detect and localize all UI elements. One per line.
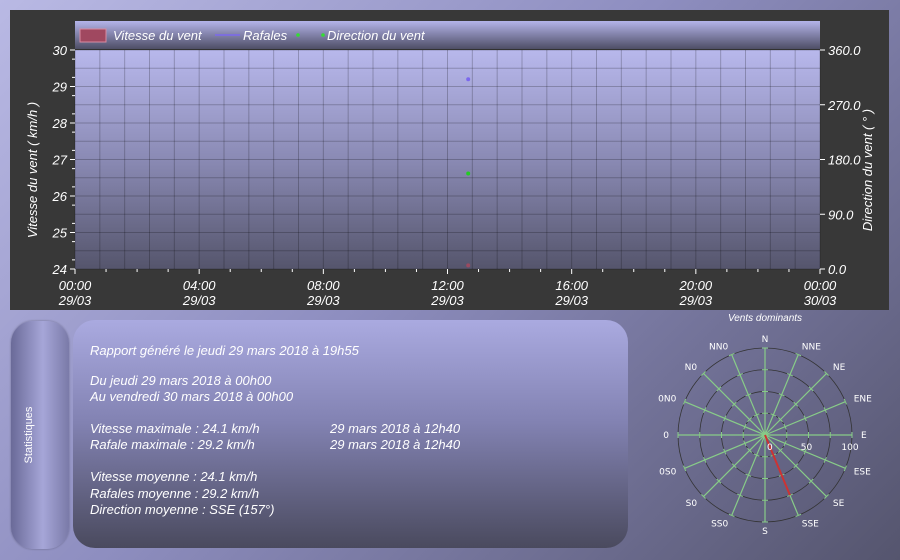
rose-direction-label: 0 <box>663 431 669 441</box>
wind-rose-title: Vents dominants <box>728 313 802 324</box>
rose-direction-label: ENE <box>854 394 872 404</box>
y-right-tick-label: 180.0 <box>828 153 861 168</box>
rose-direction-label: ESE <box>854 468 871 478</box>
y-left-tick-label: 24 <box>52 262 67 277</box>
rose-direction-label: S <box>762 527 768 537</box>
rose-direction-label: N <box>762 335 769 345</box>
max-speed: Vitesse maximale : 24.1 km/h <box>90 421 260 436</box>
rose-radial-label: 50 <box>801 443 813 453</box>
x-tick-date: 29/03 <box>58 293 92 308</box>
y-left-tick-label: 25 <box>52 226 68 241</box>
y-left-tick-label: 27 <box>52 153 68 168</box>
max-gust-time: 29 mars 2018 à 12h40 <box>330 437 461 452</box>
y-right-tick-label: 0.0 <box>828 262 847 277</box>
x-tick-time: 04:00 <box>183 278 216 293</box>
avg-direction: Direction moyenne : SSE (157°) <box>90 502 275 517</box>
y-right-tick-label: 90.0 <box>828 207 854 222</box>
rose-direction-label: 0S0 <box>659 468 676 478</box>
data-point <box>466 263 471 268</box>
legend-dot-direction-b <box>321 33 325 37</box>
wind-chart: Vitesse du vent Rafales Direction du ven… <box>25 21 875 308</box>
max-gust: Rafale maximale : 29.2 km/h <box>90 437 255 452</box>
legend-label-gusts: Rafales <box>243 28 288 43</box>
wind-chart-panel: Vitesse du vent Rafales Direction du ven… <box>10 10 889 310</box>
avg-gust: Rafales moyenne : 29.2 km/h <box>90 486 260 501</box>
x-tick-time: 16:00 <box>555 278 588 293</box>
data-point <box>466 171 471 176</box>
rose-direction-label: N0 <box>685 363 698 373</box>
rose-direction-label: 0N0 <box>658 394 676 404</box>
rose-radial-label: 100 <box>841 443 858 453</box>
x-tick-date: 29/03 <box>182 293 216 308</box>
rose-direction-label: SS0 <box>711 520 728 530</box>
x-tick-time: 08:00 <box>307 278 340 293</box>
period-to: Au vendredi 30 mars 2018 à 00h00 <box>90 389 294 404</box>
x-tick-date: 29/03 <box>306 293 340 308</box>
max-speed-time: 29 mars 2018 à 12h40 <box>330 421 461 436</box>
legend-swatch-speed <box>79 28 107 43</box>
rose-direction-label: NN0 <box>709 342 728 352</box>
rose-direction-label: NE <box>833 363 846 373</box>
x-tick-time: 00:00 <box>59 278 92 293</box>
report-generated: Rapport généré le jeudi 29 mars 2018 à 1… <box>90 343 359 358</box>
rose-radial-label: 0 <box>767 443 773 453</box>
y-right-tick-label: 270.0 <box>827 98 861 113</box>
y-axis-left-title: Vitesse du vent ( km/h ) <box>25 102 40 238</box>
y-axis-right-title: Direction du vent ( ° ) <box>860 109 875 231</box>
x-tick-time: 12:00 <box>431 278 464 293</box>
x-tick-date: 29/03 <box>430 293 464 308</box>
legend-label-speed: Vitesse du vent <box>113 28 203 43</box>
rose-direction-label: S0 <box>686 499 698 509</box>
rose-direction-label: NNE <box>802 342 821 352</box>
rose-direction-label: E <box>861 431 867 441</box>
x-tick-date: 29/03 <box>554 293 588 308</box>
statistics-tab-label: Statistiques <box>23 406 35 464</box>
legend-dot-direction-a <box>296 33 300 37</box>
y-left-tick-label: 30 <box>53 43 68 58</box>
y-left-tick-label: 28 <box>52 116 68 131</box>
legend-label-direction: Direction du vent <box>327 28 426 43</box>
avg-speed: Vitesse moyenne : 24.1 km/h <box>90 469 258 484</box>
y-right-tick-label: 360.0 <box>828 43 861 58</box>
y-left-tick-label: 29 <box>52 80 67 95</box>
data-point <box>466 77 471 82</box>
rose-direction-label: SE <box>833 499 845 509</box>
y-left-tick-label: 26 <box>52 189 68 204</box>
statistics-tab[interactable] <box>11 321 69 549</box>
wind-rose: Vents dominants N NNE NE ENE E ESE SE SSE S SS0 S0… <box>658 313 872 537</box>
rose-direction-label: SSE <box>802 520 819 530</box>
period-from: Du jeudi 29 mars 2018 à 00h00 <box>90 373 272 388</box>
x-tick-time: 00:00 <box>804 278 837 293</box>
x-tick-time: 20:00 <box>679 278 713 293</box>
statistics-panel: Rapport généré le jeudi 29 mars 2018 à 1… <box>73 320 628 548</box>
